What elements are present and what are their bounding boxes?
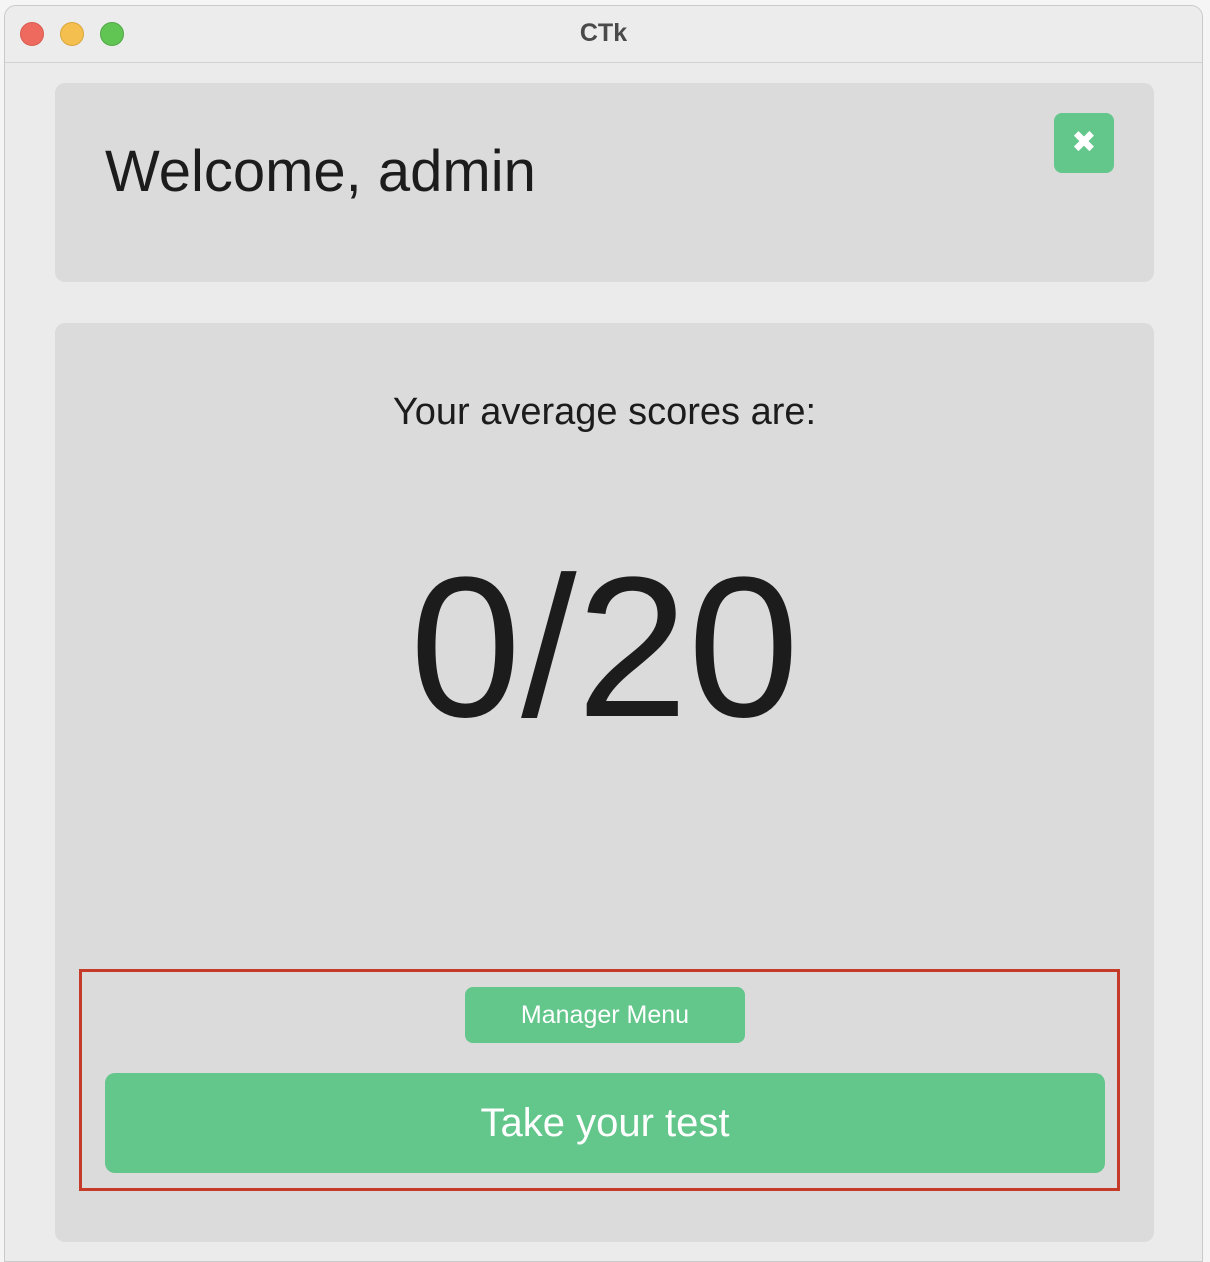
title-bar: CTk — [5, 6, 1202, 63]
average-scores-label: Your average scores are: — [392, 391, 817, 433]
window-title: CTk — [579, 19, 628, 47]
window-content: Welcome, admin ✖ Your average scores are… — [5, 63, 1202, 1261]
take-test-button[interactable]: Take your test — [105, 1073, 1105, 1173]
close-x-icon: ✖ — [1071, 126, 1097, 159]
average-score-value: 0/20 — [409, 536, 800, 759]
score-card: Your average scores are: 0/20 Manager Me… — [55, 323, 1154, 1242]
app-window: CTk Welcome, admin ✖ Your average scores… — [4, 5, 1203, 1262]
welcome-heading: Welcome, admin — [105, 139, 536, 204]
manager-menu-button[interactable]: Manager Menu — [465, 987, 745, 1043]
welcome-card: Welcome, admin ✖ — [55, 83, 1154, 282]
close-button[interactable]: ✖ — [1054, 113, 1114, 173]
